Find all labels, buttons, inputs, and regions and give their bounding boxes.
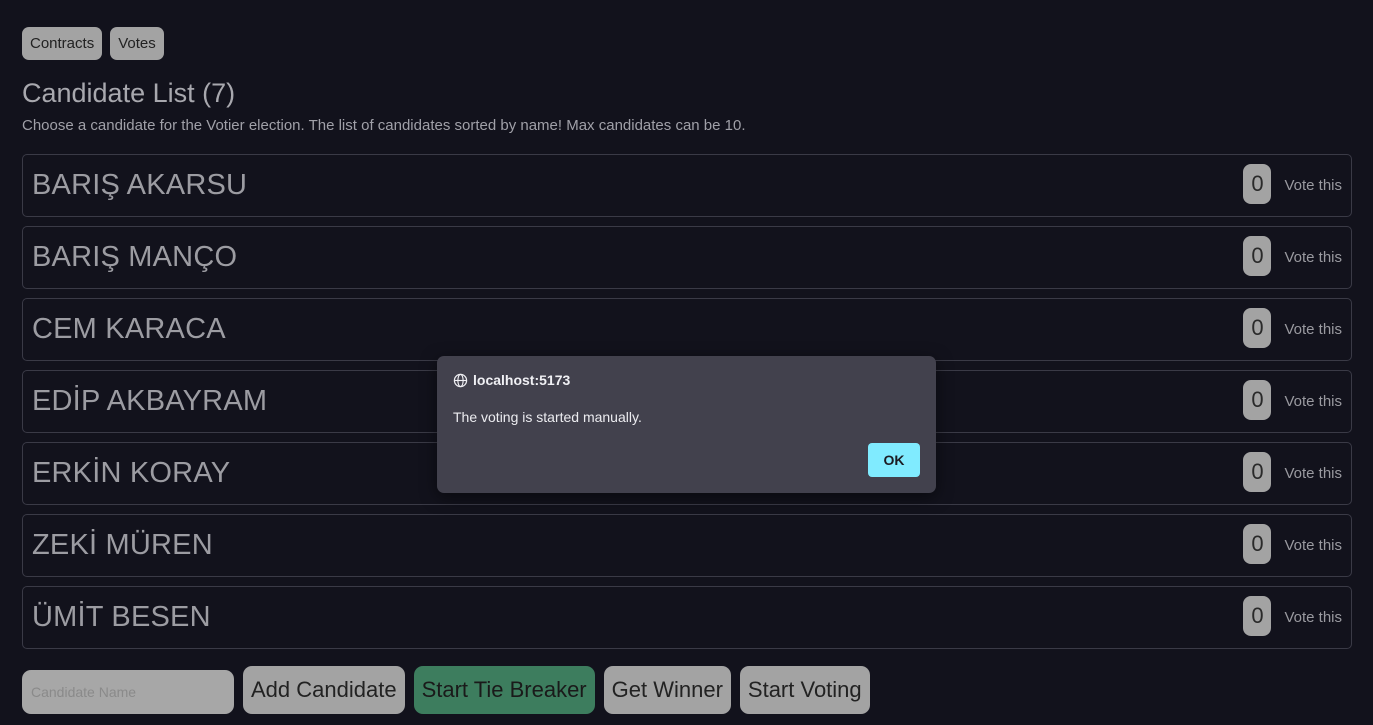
candidate-row: CEM KARACA 0 Vote this [22,298,1352,361]
candidate-actions: 0 Vote this [1243,523,1342,564]
candidate-name-input[interactable] [22,670,234,714]
page-description: Choose a candidate for the Votier electi… [22,117,746,134]
candidate-row: ÜMİT BESEN 0 Vote this [22,586,1352,649]
candidate-name: ZEKİ MÜREN [32,529,213,561]
candidate-name: ÜMİT BESEN [32,601,211,633]
vote-count-badge: 0 [1243,523,1272,564]
vote-count-badge: 0 [1243,307,1272,348]
vote-count-badge: 0 [1243,595,1272,636]
dialog-origin: localhost:5173 [453,372,570,388]
tab-contracts[interactable]: Contracts [22,27,103,60]
candidate-actions: 0 Vote this [1243,595,1342,636]
candidate-name: BARIŞ MANÇO [32,241,238,273]
voting-page: Contracts Votes Candidate List (7) Choos… [0,0,1373,725]
ok-button[interactable]: OK [868,443,920,477]
vote-this-button[interactable]: Vote this [1284,177,1342,194]
get-winner-button[interactable]: Get Winner [603,666,731,714]
candidate-name: ERKİN KORAY [32,457,231,489]
add-candidate-button[interactable]: Add Candidate [243,666,405,714]
vote-this-button[interactable]: Vote this [1284,537,1342,554]
globe-icon [453,373,468,387]
candidate-name: CEM KARACA [32,313,226,345]
candidate-row: BARIŞ MANÇO 0 Vote this [22,226,1352,289]
vote-this-button[interactable]: Vote this [1284,609,1342,626]
start-tie-breaker-button[interactable]: Start Tie Breaker [413,666,595,714]
candidate-row: BARIŞ AKARSU 0 Vote this [22,154,1352,217]
vote-this-button[interactable]: Vote this [1284,249,1342,266]
nav-tabs: Contracts Votes [22,27,164,60]
alert-dialog: localhost:5173 The voting is started man… [437,356,936,493]
candidate-actions: 0 Vote this [1243,235,1342,276]
vote-this-button[interactable]: Vote this [1284,321,1342,338]
vote-this-button[interactable]: Vote this [1284,465,1342,482]
vote-count-badge: 0 [1243,451,1272,492]
dialog-message: The voting is started manually. [453,409,642,425]
vote-count-badge: 0 [1243,379,1272,420]
candidate-actions: 0 Vote this [1243,379,1342,420]
vote-count-badge: 0 [1243,235,1272,276]
candidate-row: ZEKİ MÜREN 0 Vote this [22,514,1352,577]
tab-votes[interactable]: Votes [110,27,164,60]
page-title: Candidate List (7) [22,78,236,108]
vote-count-badge: 0 [1243,163,1272,204]
candidate-name: EDİP AKBAYRAM [32,385,268,417]
start-voting-button[interactable]: Start Voting [739,666,870,714]
candidate-actions: 0 Vote this [1243,451,1342,492]
candidate-name: BARIŞ AKARSU [32,169,248,201]
vote-this-button[interactable]: Vote this [1284,393,1342,410]
candidate-actions: 0 Vote this [1243,307,1342,348]
action-bar: Add Candidate Start Tie Breaker Get Winn… [22,666,870,714]
candidate-actions: 0 Vote this [1243,163,1342,204]
dialog-origin-text: localhost:5173 [473,372,571,388]
